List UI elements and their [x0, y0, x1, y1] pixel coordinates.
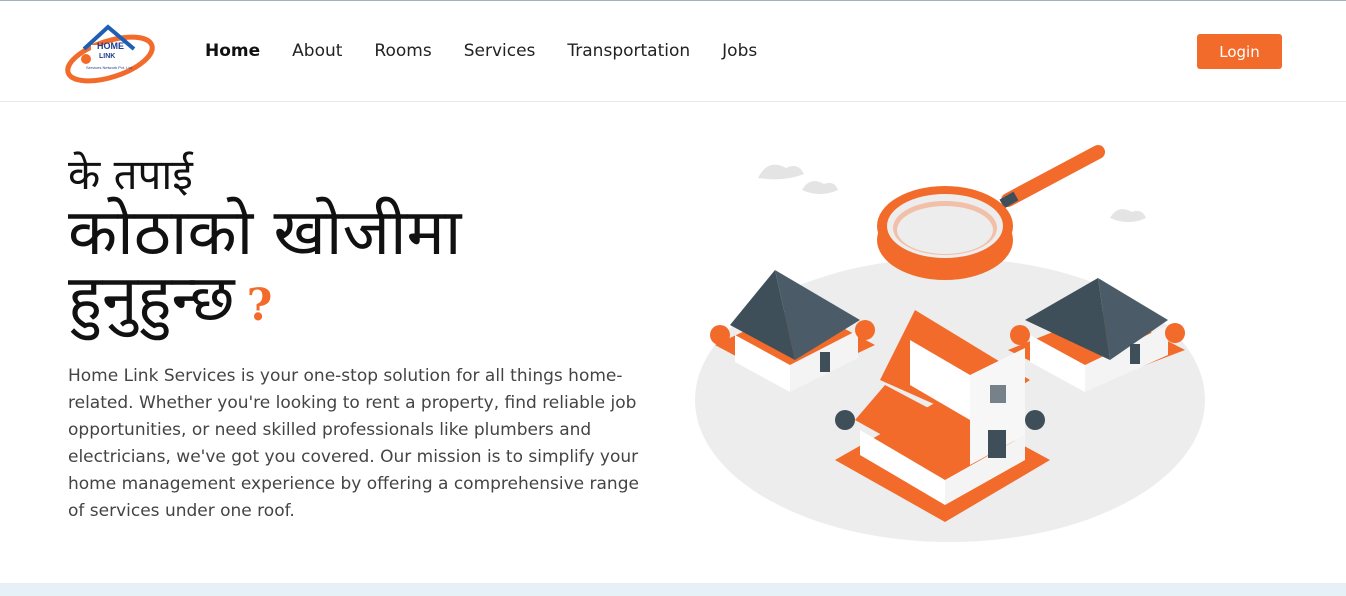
login-button[interactable]: Login [1197, 34, 1282, 69]
question-mark: ? [246, 280, 273, 331]
nav-transportation[interactable]: Transportation [567, 41, 690, 61]
site-header: HOME LINK Services Network Pvt. Ltd. Hom… [0, 1, 1346, 102]
main-nav: Home About Rooms Services Transportation… [205, 41, 789, 61]
nav-about[interactable]: About [292, 41, 342, 61]
nav-services[interactable]: Services [464, 41, 536, 61]
next-section-edge [0, 583, 1346, 596]
hero-description: Home Link Services is your one-stop solu… [68, 366, 639, 521]
nav-jobs[interactable]: Jobs [722, 41, 757, 61]
nav-home[interactable]: Home [205, 41, 260, 61]
hero-title-line2: कोठाको खोजीमा [68, 196, 462, 270]
hero-title-line3-text: हुनुहुन्छ [68, 262, 235, 336]
house-search-illustration [695, 145, 1205, 542]
magnifier-icon [877, 145, 1105, 280]
hero-title-line3: हुनुहुन्छ? [68, 266, 628, 339]
hero-title-line1: के तपाई [68, 150, 193, 199]
hero-title: के तपाई कोठाको खोजीमा हुनुहुन्छ? [68, 150, 628, 339]
svg-text:HOME: HOME [97, 41, 124, 51]
home-link-logo[interactable]: HOME LINK Services Network Pvt. Ltd. [64, 19, 160, 85]
svg-text:LINK: LINK [99, 53, 115, 60]
nav-rooms[interactable]: Rooms [374, 41, 431, 61]
svg-text:Services Network Pvt. Ltd.: Services Network Pvt. Ltd. [86, 65, 133, 70]
